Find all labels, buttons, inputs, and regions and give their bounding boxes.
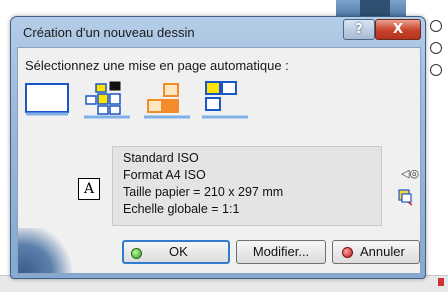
background-radio-column xyxy=(430,20,446,86)
scale-label: Echelle globale = 1:1 xyxy=(123,202,240,216)
format-label: Format A4 ISO xyxy=(123,168,206,182)
new-drawing-dialog: Création d'un nouveau dessin ? X Sélecti… xyxy=(10,16,426,279)
close-button[interactable]: X xyxy=(375,19,421,40)
dialog-title: Création d'un nouveau dessin xyxy=(23,25,195,40)
layout-options xyxy=(24,80,264,122)
background-circle-icon xyxy=(430,42,442,54)
background-toolbar-dark xyxy=(360,0,390,16)
modify-button[interactable]: Modifier... xyxy=(236,240,326,264)
layout-instruction: Sélectionnez une mise en page automatiqu… xyxy=(25,58,289,73)
layout-front-bottom-right-icon[interactable] xyxy=(142,80,192,120)
cancel-red-dot-icon xyxy=(342,247,353,258)
dialog-body: Sélectionnez une mise en page automatiqu… xyxy=(17,47,421,274)
decorative-corner xyxy=(18,228,78,273)
ok-label: OK xyxy=(169,244,188,259)
cancel-label: Annuler xyxy=(360,244,405,259)
layout-empty-sheet-icon[interactable] xyxy=(24,80,72,120)
layout-all-views-icon[interactable] xyxy=(82,80,132,120)
background-circle-icon xyxy=(430,20,442,32)
cancel-button[interactable]: Annuler xyxy=(332,240,420,264)
help-button[interactable]: ? xyxy=(343,19,375,40)
sheet-properties-icon[interactable] xyxy=(398,188,414,206)
ok-button[interactable]: OK xyxy=(122,240,230,264)
layout-front-top-left-icon[interactable] xyxy=(200,80,250,120)
sheet-info-box: Standard ISO Format A4 ISO Taille papier… xyxy=(112,146,382,226)
paper-size-label: Taille papier = 210 x 297 mm xyxy=(123,185,284,199)
title-bar[interactable]: Création d'un nouveau dessin ? X xyxy=(11,17,425,47)
ok-green-dot-icon xyxy=(131,248,142,259)
standard-icon: A xyxy=(78,178,100,200)
background-red-mark xyxy=(438,278,444,286)
standard-label: Standard ISO xyxy=(123,151,199,165)
speaker-icon[interactable]: ◁◎ xyxy=(401,167,419,180)
background-circle-icon xyxy=(430,64,442,76)
